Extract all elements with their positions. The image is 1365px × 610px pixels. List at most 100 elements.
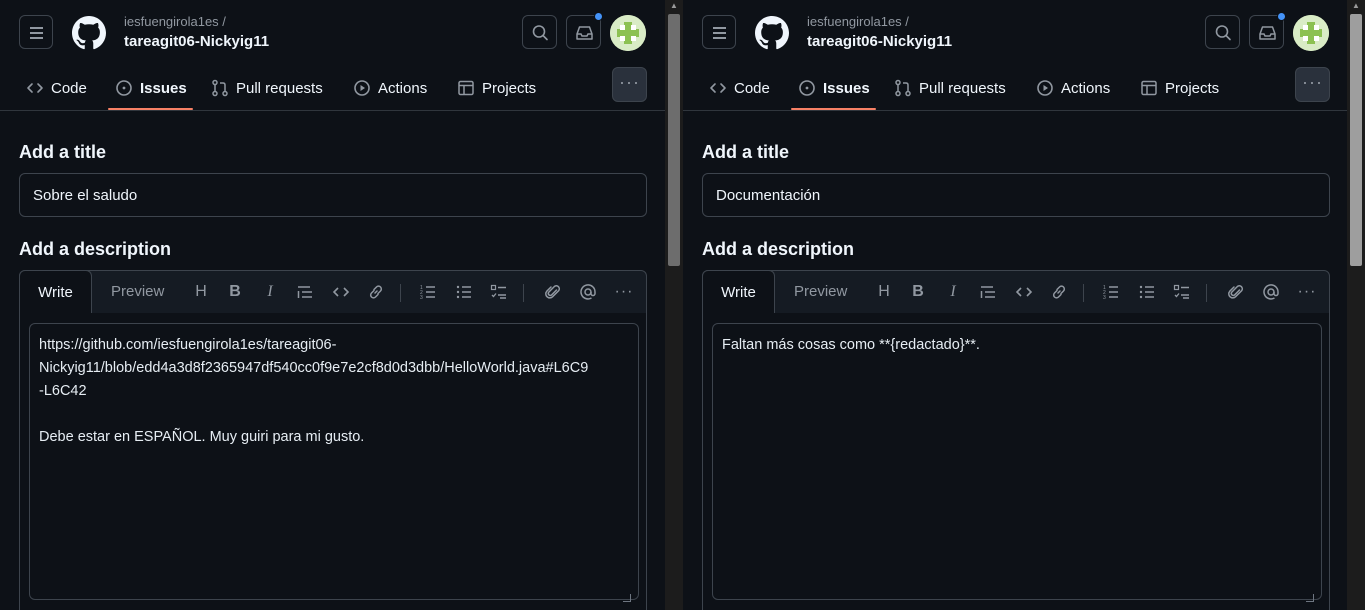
- tab-actions-label: Actions: [378, 79, 428, 97]
- scrollbar-right[interactable]: ▲: [1347, 0, 1365, 610]
- description-textarea[interactable]: https://github.com/iesfuengirola1es/tare…: [29, 323, 639, 600]
- tab-pull-requests-label: Pull requests: [919, 79, 1006, 97]
- more-icon[interactable]: ···: [1296, 281, 1318, 303]
- ordered-list-icon[interactable]: 123: [1100, 281, 1122, 303]
- github-logo[interactable]: [72, 16, 106, 50]
- avatar[interactable]: [1293, 15, 1329, 51]
- avatar[interactable]: [610, 15, 646, 51]
- tab-projects-label: Projects: [1165, 79, 1220, 97]
- inbox-icon: [576, 26, 593, 40]
- link-icon[interactable]: [1048, 281, 1070, 303]
- task-list-icon[interactable]: [488, 281, 510, 303]
- ordered-list-icon[interactable]: 123: [417, 281, 439, 303]
- svg-text:3: 3: [420, 295, 423, 301]
- mention-icon[interactable]: [1260, 281, 1282, 303]
- italic-icon[interactable]: I: [942, 281, 964, 303]
- heading-icon[interactable]: H: [190, 281, 212, 303]
- tab-code-label: Code: [51, 79, 87, 97]
- description-heading: Add a description: [19, 239, 172, 259]
- tab-actions[interactable]: Actions: [1036, 66, 1110, 110]
- mention-icon[interactable]: [577, 281, 599, 303]
- search-button[interactable]: [1205, 15, 1240, 49]
- hamburger-icon: [713, 27, 726, 29]
- active-tab-indicator: [791, 108, 876, 110]
- search-button[interactable]: [522, 15, 557, 49]
- scrollbar-thumb[interactable]: [668, 14, 680, 266]
- tab-projects-label: Projects: [482, 79, 537, 97]
- tab-pull-requests[interactable]: Pull requests: [211, 66, 323, 110]
- play-icon: [1037, 80, 1053, 96]
- description-editor: Write Preview H B I 123 ··· Faltan más c…: [702, 270, 1330, 610]
- more-tabs-button[interactable]: ···: [1295, 67, 1330, 102]
- tab-projects[interactable]: Projects: [457, 66, 536, 110]
- scroll-up-arrow[interactable]: ▲: [665, 0, 683, 12]
- pull-request-icon: [895, 79, 911, 97]
- github-logo[interactable]: [755, 16, 789, 50]
- tab-pull-requests-label: Pull requests: [236, 79, 323, 97]
- header: iesfuengirola1es / tareagit06-Nickyig11: [683, 0, 1348, 66]
- kebab-icon: ···: [619, 72, 640, 92]
- bold-icon[interactable]: B: [224, 281, 246, 303]
- issue-icon: [116, 80, 132, 96]
- tab-actions[interactable]: Actions: [353, 66, 427, 110]
- scrollbar-thumb[interactable]: [1350, 14, 1362, 266]
- repo-name-link[interactable]: tareagit06-Nickyig11: [124, 33, 269, 50]
- italic-icon[interactable]: I: [259, 281, 281, 303]
- more-icon[interactable]: ···: [613, 281, 635, 303]
- repo-nav: Code Issues Pull requests Actions Projec…: [0, 66, 665, 111]
- editor-body: Faltan más cosas como **{redactado}**.: [703, 313, 1329, 610]
- notification-indicator: [1277, 12, 1286, 21]
- code-icon[interactable]: [1013, 281, 1035, 303]
- title-input[interactable]: Documentación: [702, 173, 1330, 217]
- table-icon: [1141, 80, 1157, 96]
- resize-handle[interactable]: [1306, 594, 1314, 602]
- pull-request-icon: [212, 79, 228, 97]
- tab-issues[interactable]: Issues: [115, 66, 187, 110]
- unordered-list-icon[interactable]: [453, 281, 475, 303]
- unordered-list-icon[interactable]: [1136, 281, 1158, 303]
- repo-owner-link[interactable]: iesfuengirola1es /: [807, 14, 909, 29]
- link-icon[interactable]: [365, 281, 387, 303]
- search-icon: [532, 25, 548, 41]
- notification-indicator: [594, 12, 603, 21]
- inbox-icon: [1259, 26, 1276, 40]
- description-textarea[interactable]: Faltan más cosas como **{redactado}**.: [712, 323, 1322, 600]
- more-tabs-button[interactable]: ···: [612, 67, 647, 102]
- scrollbar-left[interactable]: ▲: [665, 0, 683, 610]
- heading-icon[interactable]: H: [873, 281, 895, 303]
- preview-tab[interactable]: Preview: [794, 283, 847, 300]
- description-editor: Write Preview H B I 123 ··· https://gith…: [19, 270, 647, 610]
- hamburger-menu-button[interactable]: [19, 15, 53, 49]
- tab-code[interactable]: Code: [26, 66, 87, 110]
- tab-projects[interactable]: Projects: [1140, 66, 1219, 110]
- title-heading: Add a title: [702, 142, 790, 162]
- description-heading: Add a description: [702, 239, 855, 259]
- quote-icon[interactable]: [977, 281, 999, 303]
- tab-issues[interactable]: Issues: [798, 66, 870, 110]
- tab-pull-requests[interactable]: Pull requests: [894, 66, 1006, 110]
- code-icon[interactable]: [330, 281, 352, 303]
- attach-icon[interactable]: [1225, 281, 1247, 303]
- scroll-up-arrow[interactable]: ▲: [1347, 0, 1365, 12]
- quote-icon[interactable]: [294, 281, 316, 303]
- bold-icon[interactable]: B: [907, 281, 929, 303]
- resize-handle[interactable]: [623, 594, 631, 602]
- title-heading: Add a title: [19, 142, 107, 162]
- tab-issues-label: Issues: [140, 79, 187, 97]
- editor-body: https://github.com/iesfuengirola1es/tare…: [20, 313, 646, 610]
- title-input[interactable]: Sobre el saludo: [19, 173, 647, 217]
- write-tab[interactable]: Write: [19, 270, 92, 314]
- repo-name-link[interactable]: tareagit06-Nickyig11: [807, 33, 952, 50]
- tab-code[interactable]: Code: [709, 66, 770, 110]
- hamburger-icon: [30, 27, 43, 29]
- repo-owner-link[interactable]: iesfuengirola1es /: [124, 14, 226, 29]
- hamburger-menu-button[interactable]: [702, 15, 736, 49]
- header: iesfuengirola1es / tareagit06-Nickyig11: [0, 0, 665, 66]
- write-tab[interactable]: Write: [702, 270, 775, 314]
- attach-icon[interactable]: [542, 281, 564, 303]
- tab-code-label: Code: [734, 79, 770, 97]
- tab-actions-label: Actions: [1061, 79, 1111, 97]
- kebab-icon: ···: [1302, 72, 1323, 92]
- task-list-icon[interactable]: [1171, 281, 1193, 303]
- preview-tab[interactable]: Preview: [111, 283, 164, 300]
